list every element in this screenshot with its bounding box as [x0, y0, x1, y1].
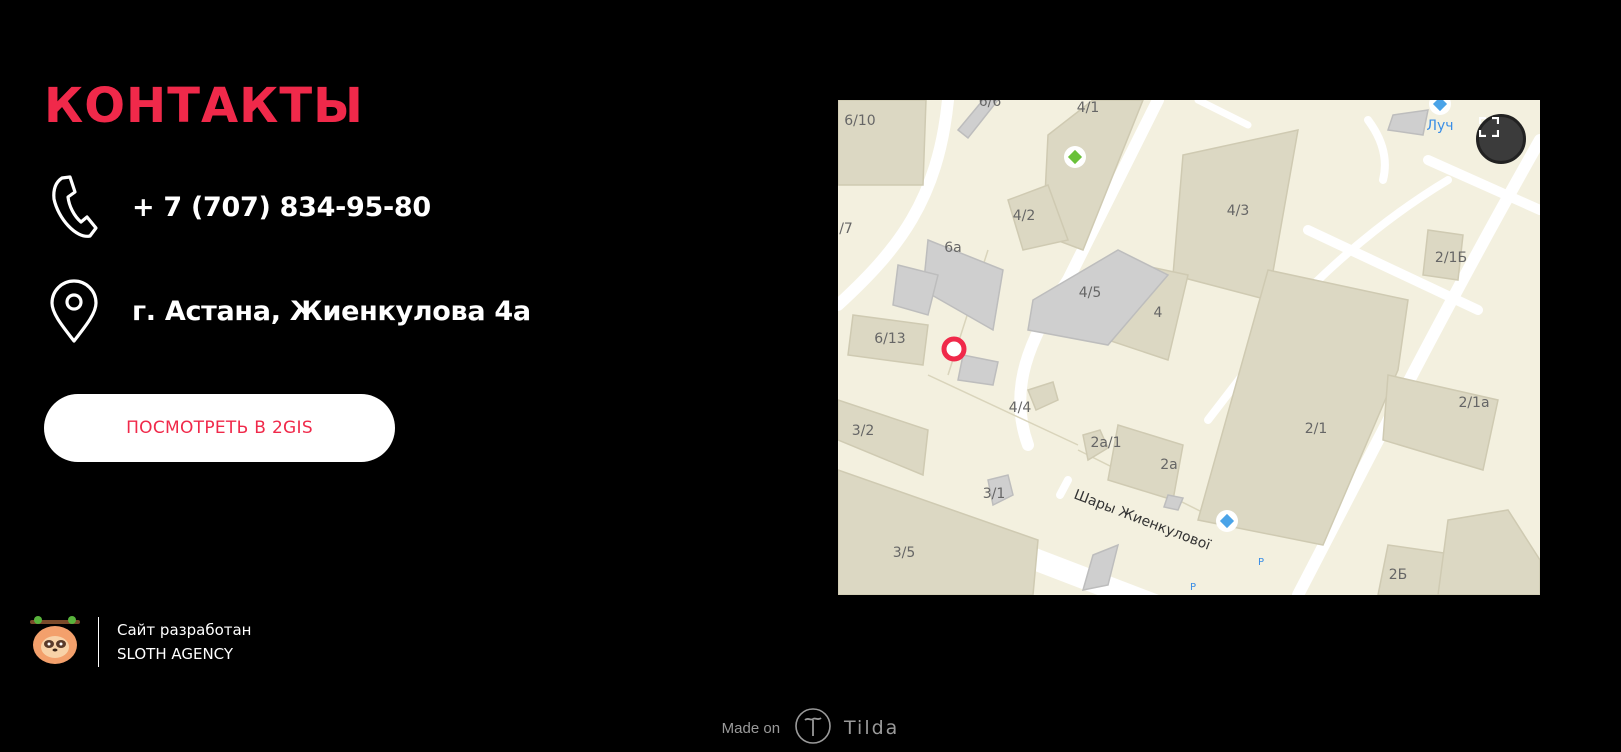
map-widget[interactable]: 6/10 6/6 4/1 4/2 4/3 /7 6а 4/5 4 2/1Б 6/…	[838, 100, 1540, 595]
svg-text:6/6: 6/6	[979, 100, 1002, 110]
view-in-2gis-button[interactable]: ПОСМОТРЕТЬ В 2GIS	[44, 394, 395, 462]
svg-text:3/2: 3/2	[852, 423, 875, 439]
svg-text:4/1: 4/1	[1077, 100, 1100, 116]
svg-text:2/1Б: 2/1Б	[1435, 250, 1467, 266]
svg-text:Шары Жиенкулової: Шары Жиенкулової	[1072, 487, 1213, 554]
address-row: г. Астана, Жиенкулова 4а	[44, 276, 531, 346]
made-on-tilda-badge[interactable]: Made on Tilda	[0, 707, 1621, 750]
svg-text:2а/1: 2а/1	[1090, 435, 1121, 451]
svg-text:3/1: 3/1	[983, 486, 1006, 502]
address-text: г. Астана, Жиенкулова 4а	[132, 295, 531, 327]
svg-text:2/1а: 2/1а	[1458, 395, 1489, 411]
svg-text:4/2: 4/2	[1013, 208, 1036, 224]
svg-text:Луч: Луч	[1426, 118, 1453, 134]
svg-text:4: 4	[1154, 305, 1163, 321]
svg-text:P: P	[1190, 582, 1196, 593]
tilda-brand-name: Tilda	[844, 717, 900, 739]
svg-text:/7: /7	[839, 221, 853, 237]
svg-text:2Б: 2Б	[1389, 567, 1408, 583]
svg-text:6/10: 6/10	[844, 113, 875, 129]
svg-text:P: P	[1258, 557, 1264, 568]
svg-text:4/4: 4/4	[1009, 400, 1032, 416]
svg-text:6а: 6а	[944, 240, 962, 256]
credit-agency-name[interactable]: SLOTH AGENCY	[117, 642, 252, 666]
agency-credit[interactable]: Сайт разработан SLOTH AGENCY	[28, 612, 252, 671]
credit-line-1: Сайт разработан	[117, 620, 252, 639]
svg-text:4/5: 4/5	[1079, 285, 1102, 301]
phone-row: + 7 (707) 834-95-80	[44, 172, 431, 242]
credit-text: Сайт разработан SLOTH AGENCY	[117, 618, 252, 666]
fullscreen-toggle-button[interactable]	[1476, 114, 1526, 164]
svg-text:6/13: 6/13	[874, 331, 905, 347]
map-canvas[interactable]: 6/10 6/6 4/1 4/2 4/3 /7 6а 4/5 4 2/1Б 6/…	[838, 100, 1540, 595]
section-title: КОНТАКТЫ	[44, 78, 364, 134]
location-pin-icon	[44, 276, 104, 346]
made-on-label: Made on	[721, 719, 781, 737]
svg-text:3/5: 3/5	[893, 545, 916, 561]
tilda-logo-icon	[794, 707, 832, 750]
svg-text:2/1: 2/1	[1305, 421, 1328, 437]
fullscreen-icon	[1479, 117, 1499, 137]
phone-icon	[44, 172, 104, 242]
sloth-logo-icon	[28, 612, 82, 671]
phone-link[interactable]: + 7 (707) 834-95-80	[132, 192, 431, 223]
svg-text:4/3: 4/3	[1227, 203, 1250, 219]
location-marker-icon[interactable]	[941, 336, 967, 362]
svg-text:2а: 2а	[1160, 457, 1178, 473]
credit-divider	[98, 616, 99, 667]
